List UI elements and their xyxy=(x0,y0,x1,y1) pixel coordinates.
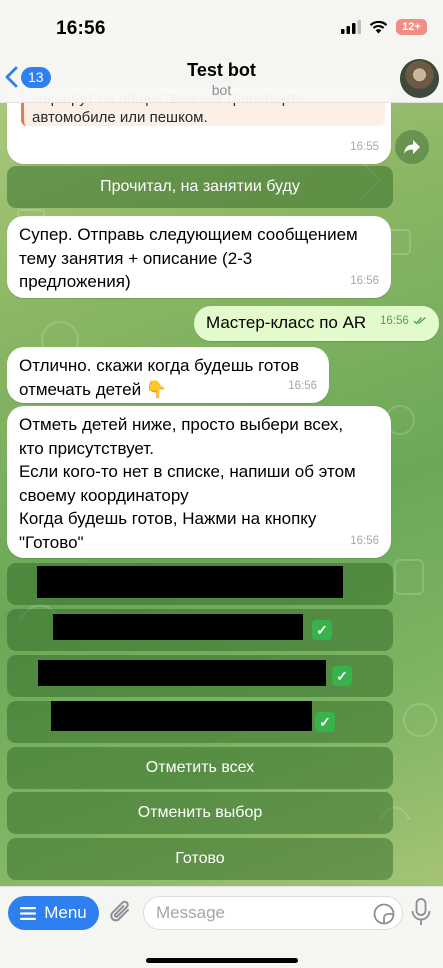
message-line: тему занятия + описание (2-3 xyxy=(19,248,253,268)
share-button[interactable] xyxy=(395,130,429,164)
input-bar: Menu xyxy=(0,886,443,968)
quoted-line: автомобиле или пешком. xyxy=(32,109,208,126)
message-line: Отлично. скажи когда будешь готов xyxy=(19,356,300,375)
message-line: своему координатору xyxy=(19,485,189,505)
message-bubble[interactable]: Супер. Отправь следующием сообщением тем… xyxy=(7,216,391,298)
menu-label: Menu xyxy=(44,903,87,922)
checkmark-icon: ✓ xyxy=(315,712,335,732)
message-time: 16:55 xyxy=(350,140,379,153)
bot-menu-button[interactable]: Menu xyxy=(8,896,99,930)
signal-icon xyxy=(341,20,361,34)
message-line: кто присутствует. xyxy=(19,438,154,458)
message-time: 16:56 xyxy=(380,310,427,334)
message-line: "Готово" xyxy=(19,532,84,552)
child-select-button[interactable]: ✓ xyxy=(7,701,393,743)
home-indicator xyxy=(146,958,298,963)
menu-icon xyxy=(20,906,37,920)
message-time: 16:56 xyxy=(350,274,379,287)
cancel-selection-button[interactable]: Отменить выбор xyxy=(7,792,393,834)
confirm-attendance-button[interactable]: Прочитал, на занятии буду xyxy=(7,166,393,208)
message-time: 16:56 xyxy=(350,534,379,547)
message-line: Отметь детей ниже, просто выбери всех, xyxy=(19,415,344,434)
redacted-name xyxy=(53,614,303,640)
wifi-icon xyxy=(369,20,388,34)
microphone-icon[interactable] xyxy=(410,898,432,928)
message-line: Супер. Отправь следующием сообщением xyxy=(19,225,358,244)
chat-title[interactable]: Test bot xyxy=(0,60,443,81)
message-line: Когда будешь готов, Нажми на кнопку xyxy=(19,509,317,528)
message-text: Мастер-класс по AR xyxy=(206,313,367,332)
message-time-text: 16:56 xyxy=(380,314,409,327)
child-select-button[interactable] xyxy=(7,563,393,605)
message-field[interactable] xyxy=(143,896,403,930)
message-input[interactable] xyxy=(156,897,356,929)
message-line: Если кого-то нет в списке, напиши об это… xyxy=(19,462,356,481)
attach-icon[interactable] xyxy=(108,899,134,927)
battery-indicator: 12+ xyxy=(396,19,427,35)
share-arrow-icon xyxy=(404,140,420,154)
message-time: 16:56 xyxy=(288,379,317,392)
sticker-icon[interactable] xyxy=(372,902,396,926)
done-button[interactable]: Готово xyxy=(7,838,393,880)
redacted-name xyxy=(38,660,326,686)
message-bubble[interactable]: Отметь детей ниже, просто выбери всех, к… xyxy=(7,406,391,558)
status-icons: 12+ xyxy=(341,19,427,35)
message-bubble[interactable]: Отлично. скажи когда будешь готов отмеча… xyxy=(7,347,329,403)
status-time: 16:56 xyxy=(56,18,106,39)
child-select-button[interactable]: ✓ xyxy=(7,655,393,697)
message-line: предложения) xyxy=(19,272,131,291)
outgoing-message-bubble[interactable]: Мастер-класс по AR 16:56 xyxy=(194,306,439,341)
checkmark-icon: ✓ xyxy=(332,666,352,686)
checkmark-icon: ✓ xyxy=(312,620,332,640)
child-select-button[interactable]: ✓ xyxy=(7,609,393,651)
top-bar: 16:56 12+ 13 Test bot bot xyxy=(0,0,443,103)
select-all-button[interactable]: Отметить всех xyxy=(7,747,393,789)
redacted-name xyxy=(37,566,343,598)
message-line: отмечать детей 👇 xyxy=(19,379,167,399)
redacted-name xyxy=(51,701,312,731)
double-check-icon xyxy=(413,316,426,325)
chat-subtitle: bot xyxy=(211,82,232,98)
bot-avatar[interactable] xyxy=(400,59,439,98)
